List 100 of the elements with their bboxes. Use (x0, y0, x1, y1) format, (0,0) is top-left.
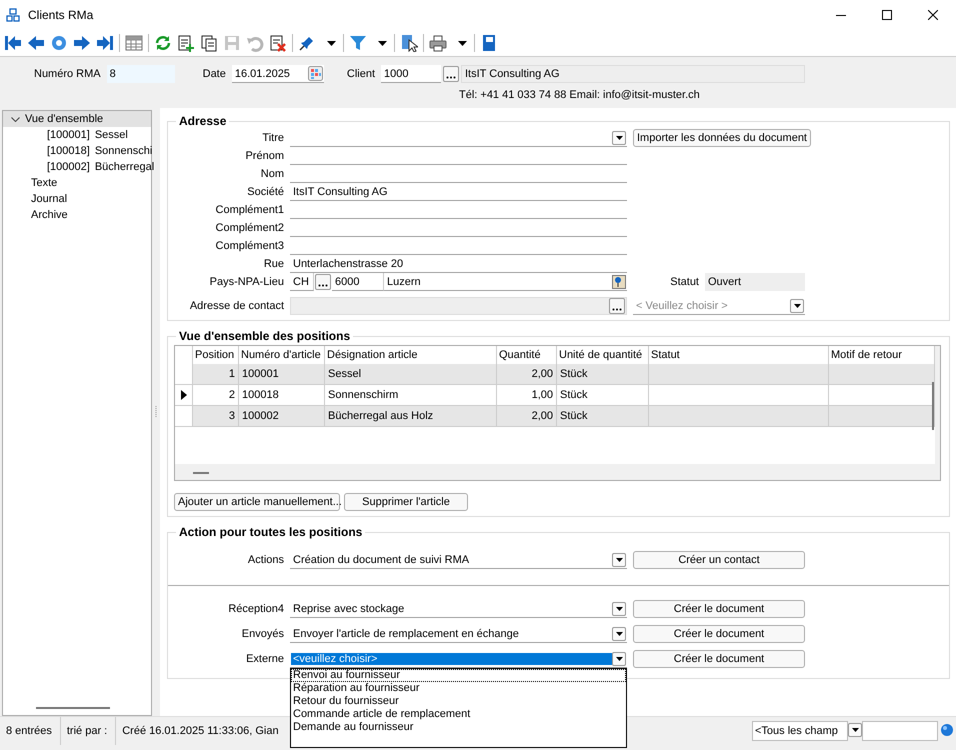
pin-icon[interactable] (298, 34, 316, 52)
row-header[interactable] (175, 385, 193, 406)
dropdown-caret-icon[interactable] (378, 40, 387, 46)
field-label: Prénom (244, 149, 284, 164)
client-name-field: ItsIT Consulting AG (461, 65, 805, 83)
tree-item[interactable]: Vue d'ensemble (3, 111, 151, 127)
table-cell: 2,00 (497, 406, 557, 427)
search-field[interactable] (862, 721, 938, 741)
tree-item[interactable]: Texte (3, 175, 151, 191)
field-label: Pays-NPA-Lieu (208, 275, 284, 290)
scrollbar-thumb[interactable] (36, 707, 110, 709)
browse-button[interactable] (443, 66, 459, 82)
table-cell: 2 (193, 385, 239, 406)
date-field[interactable]: 16.01.2025 (232, 65, 324, 83)
copy-icon[interactable] (200, 34, 218, 52)
new-document-icon[interactable] (177, 34, 195, 52)
column-header[interactable]: Numéro d'article (239, 346, 325, 364)
dropdown-caret-icon[interactable] (458, 40, 467, 46)
create-button[interactable]: Créer le document (633, 600, 805, 618)
map-pin-icon[interactable] (612, 274, 626, 288)
country-field[interactable]: CH (290, 273, 314, 291)
field-label: Complément3 (214, 239, 284, 254)
dropdown-field[interactable]: Envoyer l'article de remplacement en échange (290, 625, 627, 643)
table-cell: Bücherregal aus Holz (325, 406, 497, 427)
next-icon[interactable] (73, 34, 91, 52)
field-label: Nom (260, 167, 284, 182)
first-record-icon[interactable] (4, 34, 22, 52)
tree-item-code: [100002] (47, 161, 90, 173)
window-title: Clients RMa (28, 8, 94, 22)
search-scope-dropdown[interactable]: <Tous les champ (752, 721, 848, 741)
section-title: Action pour toutes les positions (178, 525, 364, 539)
browse-button[interactable] (609, 298, 625, 314)
table-cell: Stück (557, 385, 649, 406)
scrollbar-thumb[interactable] (932, 382, 934, 430)
import-button[interactable]: Importer les données du document (633, 129, 811, 147)
field-label: Réception4 (227, 602, 284, 617)
caret-icon (616, 606, 622, 610)
dropdown-option[interactable]: Renvoi au fournisseur (291, 669, 626, 682)
tree-item[interactable]: Sessel (94, 129, 128, 141)
tree-item[interactable]: Bücherregal (94, 161, 154, 173)
column-header[interactable]: Unité de quantité (557, 346, 649, 364)
dropdown-caret-icon[interactable] (327, 40, 336, 46)
browse-button[interactable] (315, 274, 331, 290)
table-cell: 100001 (239, 364, 325, 385)
tree-item-code: [100018] (47, 145, 90, 157)
globe-icon[interactable] (940, 723, 954, 737)
create-button[interactable]: Créer un contact (633, 551, 805, 569)
dropdown-field[interactable]: <veuillez choisir> (290, 650, 627, 668)
book-icon[interactable] (480, 34, 498, 52)
table-cell: 1,00 (497, 385, 557, 406)
field-label: Statut (669, 276, 699, 288)
filter-icon[interactable] (349, 34, 367, 52)
calendar-icon[interactable] (308, 66, 323, 81)
expand-chevron-icon[interactable] (10, 116, 20, 122)
tree-item[interactable]: Sonnenschi (94, 145, 152, 157)
tree-item-code: [100001] (47, 129, 90, 141)
client-number-field[interactable]: 1000 (381, 65, 441, 83)
table-cell: Stück (557, 364, 649, 385)
add-article-button[interactable]: Ajouter un article manuellement... (174, 493, 340, 511)
table-icon[interactable] (125, 34, 143, 52)
reload-icon[interactable] (50, 34, 68, 52)
dropdown-button[interactable] (848, 723, 862, 737)
field-label: Complément2 (214, 221, 284, 236)
dropdown-field[interactable]: Création du document de suivi RMA (290, 551, 627, 569)
table-cell: 1 (193, 364, 239, 385)
tree-item[interactable]: Journal (3, 191, 151, 207)
tree-item[interactable]: Archive (3, 207, 151, 223)
column-header[interactable]: Position (193, 346, 239, 364)
field-label: Société (246, 185, 284, 200)
sort-label: trié par : (60, 717, 116, 745)
postal-code-field[interactable]: 6000 (332, 273, 384, 291)
last-record-icon[interactable] (96, 34, 114, 52)
dropdown-option[interactable]: Demande au fournisseur (291, 721, 626, 734)
contact-dropdown[interactable]: < Veuillez choisir > (633, 297, 805, 315)
contact-address-field[interactable] (290, 297, 627, 315)
dropdown-field[interactable]: Reprise avec stockage (290, 600, 627, 618)
current-row-icon (180, 390, 186, 400)
dropdown-option[interactable]: Réparation au fournisseur (291, 682, 626, 695)
create-button[interactable]: Créer le document (633, 625, 805, 643)
created-info: Créé 16.01.2025 11:33:06, Gian (121, 724, 280, 739)
delete-document-icon[interactable] (269, 34, 287, 52)
printer-icon[interactable] (429, 34, 447, 52)
column-header[interactable]: Désignation article (325, 346, 497, 364)
column-header[interactable]: Statut (649, 346, 829, 364)
scrollbar-thumb[interactable] (193, 472, 209, 474)
document-cursor-icon[interactable] (400, 34, 418, 52)
column-header[interactable]: Motif de retour (829, 346, 935, 364)
previous-icon[interactable] (27, 34, 45, 52)
column-header[interactable]: Quantité (497, 346, 557, 364)
refresh-icon[interactable] (154, 34, 172, 52)
ellipsis-icon (446, 76, 456, 79)
city-field[interactable]: Luzern (384, 273, 627, 291)
delete-article-button[interactable]: Supprimer l'article (344, 493, 468, 511)
create-button[interactable]: Créer le document (633, 650, 805, 668)
field-label: Externe (245, 652, 284, 667)
ellipsis-icon (612, 308, 622, 311)
dropdown-option[interactable]: Retour du fournisseur (291, 695, 626, 708)
dropdown-option[interactable]: Commande article de remplacement (291, 708, 626, 721)
rma-number-field[interactable]: 8 (106, 65, 175, 83)
caret-icon (616, 656, 622, 660)
